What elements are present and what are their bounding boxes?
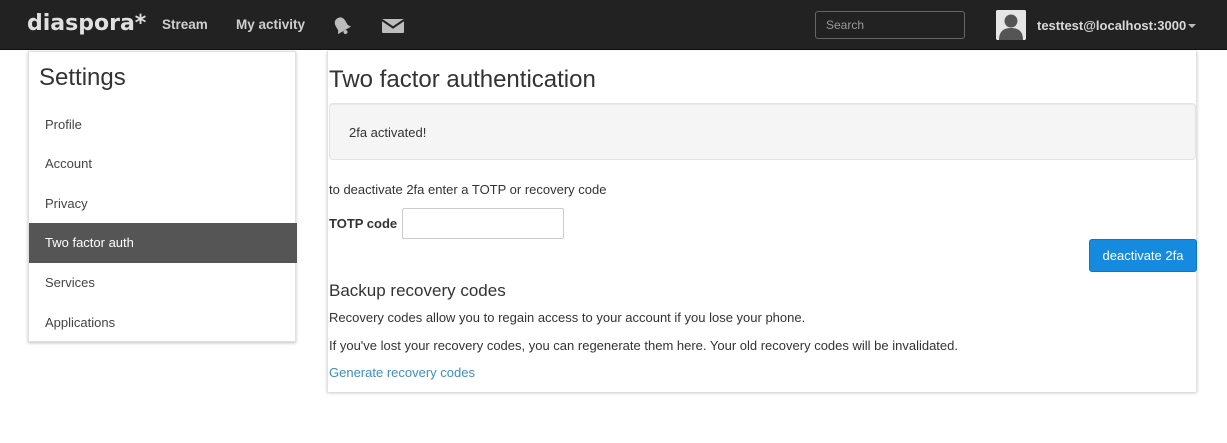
alert-message: 2fa activated! [349, 125, 427, 140]
deactivate-instructions: to deactivate 2fa enter a TOTP or recove… [329, 182, 607, 197]
sidebar-item-profile[interactable]: Profile [29, 105, 297, 145]
envelope-icon[interactable] [381, 15, 405, 37]
sidebar-item-two-factor-auth[interactable]: Two factor auth [29, 223, 297, 263]
nav-link-stream[interactable]: Stream [162, 17, 208, 32]
user-name[interactable]: testtest@localhost:3000 [1037, 18, 1186, 33]
sidebar-item-services[interactable]: Services [29, 263, 297, 303]
sidebar-item-account[interactable]: Account [29, 144, 297, 184]
chevron-down-icon[interactable] [1188, 24, 1196, 28]
avatar[interactable] [996, 10, 1026, 40]
settings-sidebar: Settings Profile Account Privacy Two fac… [28, 51, 297, 343]
sidebar-item-applications[interactable]: Applications [29, 303, 297, 343]
brand-logo[interactable]: diaspora* [27, 11, 146, 36]
main-panel: Two factor authentication 2fa activated!… [327, 51, 1197, 392]
backup-heading: Backup recovery codes [329, 281, 506, 300]
totp-label: TOTP code [329, 216, 398, 231]
backup-description: Recovery codes allow you to regain acces… [329, 310, 806, 325]
generate-recovery-codes-link[interactable]: Generate recovery codes [329, 365, 475, 380]
totp-input[interactable] [402, 208, 564, 239]
sidebar-title: Settings [39, 64, 126, 91]
status-alert: 2fa activated! [329, 103, 1196, 160]
sidebar-item-privacy[interactable]: Privacy [29, 184, 297, 224]
top-navbar: diaspora* Stream My activity testtest@lo… [0, 0, 1227, 50]
deactivate-2fa-button[interactable]: deactivate 2fa [1089, 239, 1197, 272]
page-title: Two factor authentication [329, 66, 596, 93]
regenerate-description: If you've lost your recovery codes, you … [329, 338, 958, 353]
bell-icon[interactable] [331, 15, 353, 37]
search-input[interactable] [815, 11, 965, 39]
nav-link-my-activity[interactable]: My activity [236, 17, 305, 32]
